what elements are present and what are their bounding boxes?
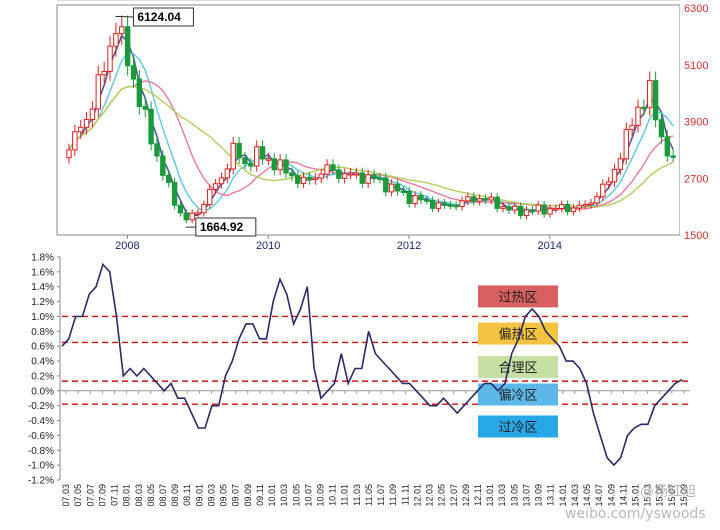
x-tick-label: 07.11 bbox=[110, 484, 120, 506]
x-tick-label: 10.11 bbox=[328, 484, 338, 506]
x-tick-label: 14.05 bbox=[582, 484, 592, 507]
deviation-line-chart: 1.8% 1.6% 1.4% 1.2% 1.0% 0.8% 0.6% 0.4% 0.2% 0.0%… bbox=[28, 253, 706, 523]
x-tick-label: 11.03 bbox=[352, 484, 362, 506]
x-tick-label: 15.01 bbox=[630, 484, 640, 507]
y-tick-label: 1.0% bbox=[31, 312, 54, 323]
x-tick-label: 11.05 bbox=[364, 484, 374, 506]
zone-label: 过热区 bbox=[498, 290, 537, 305]
x-tick-label: 13.07 bbox=[521, 484, 531, 507]
x-tick-label: 13.03 bbox=[497, 484, 507, 507]
x-tick-label: 09.01 bbox=[194, 484, 204, 507]
x-tick-label: 12.09 bbox=[461, 484, 471, 507]
x-tick-label: 07.05 bbox=[73, 484, 83, 507]
zone-label: 过冷区 bbox=[498, 420, 537, 435]
y-tick-label: -0.2% bbox=[28, 401, 54, 412]
x-tick-label: 12.05 bbox=[437, 484, 447, 507]
x-tick-label: 09.11 bbox=[255, 484, 265, 506]
x-tick-label: 13.09 bbox=[534, 484, 544, 507]
y-tick-label: 0.2% bbox=[31, 371, 54, 382]
y-tick-label: -1.0% bbox=[28, 461, 54, 472]
x-tick-label: 11.01 bbox=[340, 484, 350, 506]
x-tick-label: 08.01 bbox=[122, 484, 132, 507]
y-tick-label: 1.8% bbox=[31, 253, 54, 264]
x-tick-label: 13.11 bbox=[546, 484, 556, 506]
x-tick-label: 08.09 bbox=[170, 484, 180, 507]
x-tick-label: 07.09 bbox=[97, 484, 107, 507]
x-tick-label: 14.01 bbox=[558, 484, 568, 507]
x-tick-label: 14.03 bbox=[570, 484, 580, 507]
x-tick-label: 10.09 bbox=[315, 484, 325, 507]
x-tick-label: 11.09 bbox=[388, 484, 398, 506]
x-tick-label: 13.05 bbox=[509, 484, 519, 507]
x-tick-label: 12.11 bbox=[473, 484, 483, 506]
watermark-text: weibo.com/yswoods bbox=[565, 506, 706, 522]
watermark-user: @杨红旭 bbox=[640, 484, 696, 500]
x-tick-label: 10.03 bbox=[279, 484, 289, 507]
x-tick-label: 08.03 bbox=[134, 484, 144, 507]
x-tick-label: 11.11 bbox=[400, 484, 410, 505]
y-tick-label: -0.4% bbox=[28, 416, 54, 427]
x-tick-label: 12.03 bbox=[425, 484, 435, 507]
x-tick-label: 08.05 bbox=[146, 484, 156, 507]
x-tick-label: 09.05 bbox=[219, 484, 229, 507]
x-tick-label: 14.11 bbox=[618, 484, 628, 506]
x-tick-label: 10.05 bbox=[291, 484, 301, 507]
x-tick-label: 07.03 bbox=[61, 484, 71, 507]
x-tick-label: 08.07 bbox=[158, 484, 168, 507]
deviation-series-line bbox=[61, 262, 683, 467]
y-tick-label: 0.8% bbox=[31, 327, 54, 338]
x-tick-label: 09.03 bbox=[206, 484, 216, 507]
y-tick-label: 0.0% bbox=[31, 386, 54, 397]
x-tick-label: 08.11 bbox=[182, 484, 192, 506]
zone-label: 偏冷区 bbox=[498, 389, 537, 404]
x-tick-label: 09.09 bbox=[243, 484, 253, 507]
x-tick-label: 14.09 bbox=[606, 484, 616, 507]
y-tick-label: -0.8% bbox=[28, 446, 54, 457]
y-tick-label: 1.4% bbox=[31, 282, 54, 293]
x-tick-label: 07.07 bbox=[85, 484, 95, 507]
chart-stage: 6300 5100 3900 2700 1500 2008 2010 2012 2014 6124… bbox=[0, 0, 720, 530]
x-tick-label: 10.07 bbox=[303, 484, 313, 507]
x-tick-label: 14.07 bbox=[594, 484, 604, 507]
y-tick-label: -1.2% bbox=[28, 476, 54, 487]
y-tick-label: 0.6% bbox=[31, 342, 54, 353]
y-tick-label: 1.6% bbox=[31, 267, 54, 278]
x-tick-label: 11.07 bbox=[376, 484, 386, 506]
x-tick-label: 09.07 bbox=[231, 484, 241, 507]
y-tick-label: -0.6% bbox=[28, 431, 54, 442]
y-tick-label: 1.2% bbox=[31, 297, 54, 308]
y-tick-label: 0.4% bbox=[31, 357, 54, 368]
x-tick-label: 10.01 bbox=[267, 484, 277, 507]
zone-label: 合理区 bbox=[498, 361, 537, 376]
x-tick-label: 12.01 bbox=[412, 484, 422, 507]
x-tick-label: 13.01 bbox=[485, 484, 495, 507]
x-tick-label: 12.07 bbox=[449, 484, 459, 507]
